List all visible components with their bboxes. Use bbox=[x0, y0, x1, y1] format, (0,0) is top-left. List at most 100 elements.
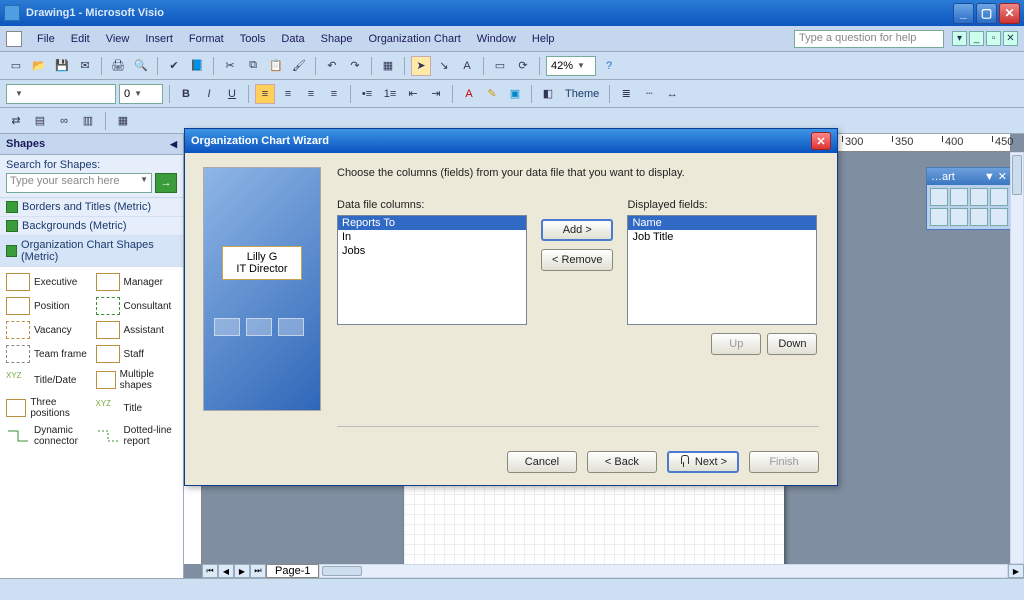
shape-dotted-line-report[interactable]: Dotted-line report bbox=[94, 423, 180, 449]
list-item[interactable]: Reports To bbox=[338, 216, 526, 230]
ft-import-icon[interactable] bbox=[990, 208, 1008, 226]
window-restore-button[interactable]: ▢ bbox=[976, 3, 997, 24]
ft-layout-h-icon[interactable] bbox=[950, 188, 968, 206]
fill-color-icon[interactable]: ▣ bbox=[505, 84, 525, 104]
font-name-combo[interactable]: ▼ bbox=[6, 84, 116, 104]
cancel-button[interactable]: Cancel bbox=[507, 451, 577, 473]
line-pattern-icon[interactable]: ┄ bbox=[639, 84, 659, 104]
drawing-page[interactable] bbox=[404, 484, 784, 574]
text-tool-icon[interactable]: A bbox=[457, 56, 477, 76]
window-minimize-button[interactable]: _ bbox=[953, 3, 974, 24]
doc-restore-button[interactable]: ▫ bbox=[986, 31, 1001, 46]
link-icon[interactable]: ∞ bbox=[54, 111, 74, 131]
stencil-borders-titles[interactable]: Borders and Titles (Metric) bbox=[0, 198, 183, 217]
pointer-tool-icon[interactable]: ➤ bbox=[411, 56, 431, 76]
help-icon[interactable]: ? bbox=[599, 56, 619, 76]
list-item[interactable]: Job Title bbox=[628, 230, 816, 244]
bullets-icon[interactable]: •≡ bbox=[357, 84, 377, 104]
stencil-orgchart-shapes[interactable]: Organization Chart Shapes (Metric) bbox=[0, 236, 183, 267]
connect-shapes-icon[interactable]: ⇄ bbox=[6, 111, 26, 131]
up-button[interactable]: Up bbox=[711, 333, 761, 355]
copy-icon[interactable]: ⧉ bbox=[243, 56, 263, 76]
paste-icon[interactable]: 📋 bbox=[266, 56, 286, 76]
vertical-scrollbar[interactable] bbox=[1010, 152, 1024, 564]
align-justify-icon[interactable]: ≡ bbox=[324, 84, 344, 104]
list-item[interactable]: Name bbox=[628, 216, 816, 230]
shape-dynamic-connector[interactable]: Dynamic connector bbox=[4, 423, 90, 449]
undo-icon[interactable]: ↶ bbox=[322, 56, 342, 76]
displayed-fields-listbox[interactable]: Name Job Title bbox=[627, 215, 817, 325]
spelling-icon[interactable]: ✔ bbox=[164, 56, 184, 76]
next-button[interactable]: Next > bbox=[667, 451, 739, 473]
list-item[interactable]: Jobs bbox=[338, 244, 526, 258]
back-button[interactable]: < Back bbox=[587, 451, 657, 473]
remove-button[interactable]: < Remove bbox=[541, 249, 613, 271]
redo-icon[interactable]: ↷ bbox=[345, 56, 365, 76]
theme-icon[interactable]: ◧ bbox=[538, 84, 558, 104]
tab-next-icon[interactable]: ▶ bbox=[234, 564, 250, 578]
data-graphics-icon[interactable]: ▦ bbox=[113, 111, 133, 131]
ft-layout-v-icon[interactable] bbox=[970, 188, 988, 206]
format-painter-icon[interactable]: 🖌 bbox=[289, 56, 309, 76]
line-color-icon[interactable]: ✎ bbox=[482, 84, 502, 104]
shape-executive[interactable]: Executive bbox=[4, 271, 90, 293]
shape-three-positions[interactable]: Three positions bbox=[4, 395, 90, 421]
connector-tool-icon[interactable]: ↘ bbox=[434, 56, 454, 76]
print-preview-icon[interactable]: 🔍 bbox=[131, 56, 151, 76]
page-tab[interactable]: Page-1 bbox=[266, 564, 319, 578]
theme-label[interactable]: Theme bbox=[561, 88, 603, 100]
research-icon[interactable]: 📘 bbox=[187, 56, 207, 76]
orgchart-floating-toolbar[interactable]: …art▼ ✕ bbox=[926, 167, 1012, 230]
shape-manager[interactable]: Manager bbox=[94, 271, 180, 293]
rotate-icon[interactable]: ⟳ bbox=[513, 56, 533, 76]
menu-orgchart[interactable]: Organization Chart bbox=[361, 31, 467, 47]
line-weight-icon[interactable]: ≣ bbox=[616, 84, 636, 104]
save-icon[interactable]: 💾 bbox=[52, 56, 72, 76]
layout-icon[interactable]: ▤ bbox=[30, 111, 50, 131]
shapes-panel-collapse-icon[interactable]: ◀ bbox=[170, 139, 177, 150]
bold-icon[interactable]: B bbox=[176, 84, 196, 104]
align-left-icon[interactable]: ≡ bbox=[255, 84, 275, 104]
font-size-combo[interactable]: 0▼ bbox=[119, 84, 163, 104]
menu-edit[interactable]: Edit bbox=[64, 31, 97, 47]
print-icon[interactable]: 🖨 bbox=[108, 56, 128, 76]
tab-first-icon[interactable]: ⏮ bbox=[202, 564, 218, 578]
shape-multiple-shapes[interactable]: Multiple shapes bbox=[94, 367, 180, 393]
shape-assistant[interactable]: Assistant bbox=[94, 319, 180, 341]
window-close-button[interactable]: ✕ bbox=[999, 3, 1020, 24]
increase-indent-icon[interactable]: ⇥ bbox=[426, 84, 446, 104]
down-button[interactable]: Down bbox=[767, 333, 817, 355]
shape-staff[interactable]: Staff bbox=[94, 343, 180, 365]
shape-team-frame[interactable]: Team frame bbox=[4, 343, 90, 365]
shape-title-date[interactable]: XYZTitle/Date bbox=[4, 367, 90, 393]
ft-move-right-icon[interactable] bbox=[950, 208, 968, 226]
underline-icon[interactable]: U bbox=[222, 84, 242, 104]
insert-data-icon[interactable]: ▥ bbox=[78, 111, 98, 131]
help-search-input[interactable]: Type a question for help bbox=[794, 30, 944, 48]
shape-position[interactable]: Position bbox=[4, 295, 90, 317]
shape-consultant[interactable]: Consultant bbox=[94, 295, 180, 317]
help-dropdown-icon[interactable]: ▾ bbox=[952, 31, 967, 46]
menu-format[interactable]: Format bbox=[182, 31, 231, 47]
doc-minimize-button[interactable]: _ bbox=[969, 31, 984, 46]
shape-vacancy[interactable]: Vacancy bbox=[4, 319, 90, 341]
horizontal-scrollbar[interactable] bbox=[319, 564, 1008, 578]
decrease-indent-icon[interactable]: ⇤ bbox=[403, 84, 423, 104]
menu-view[interactable]: View bbox=[99, 31, 137, 47]
ft-relayout-icon[interactable] bbox=[930, 188, 948, 206]
data-file-columns-listbox[interactable]: Reports To In Jobs bbox=[337, 215, 527, 325]
list-item[interactable]: In bbox=[338, 230, 526, 244]
tab-last-icon[interactable]: ⏭ bbox=[250, 564, 266, 578]
mail-icon[interactable]: ✉ bbox=[75, 56, 95, 76]
zoom-combo[interactable]: 42%▼ bbox=[546, 56, 596, 76]
menu-tools[interactable]: Tools bbox=[233, 31, 273, 47]
add-button[interactable]: Add > bbox=[541, 219, 613, 241]
italic-icon[interactable]: I bbox=[199, 84, 219, 104]
rectangle-tool-icon[interactable]: ▭ bbox=[490, 56, 510, 76]
menu-shape[interactable]: Shape bbox=[314, 31, 360, 47]
font-color-icon[interactable]: A bbox=[459, 84, 479, 104]
menu-window[interactable]: Window bbox=[470, 31, 523, 47]
shapes-window-icon[interactable]: ▦ bbox=[378, 56, 398, 76]
stencil-backgrounds[interactable]: Backgrounds (Metric) bbox=[0, 217, 183, 236]
search-shapes-input[interactable]: Type your search here ▼ bbox=[6, 173, 152, 193]
